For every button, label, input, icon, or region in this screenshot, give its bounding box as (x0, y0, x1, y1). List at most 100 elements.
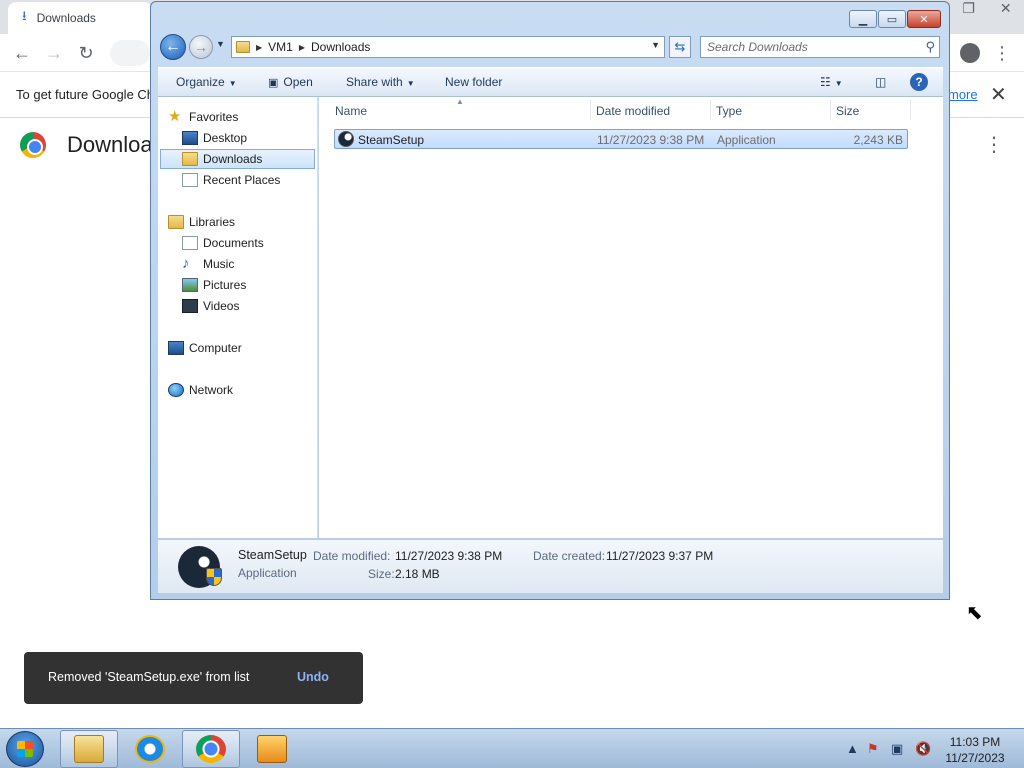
network-icon (168, 383, 184, 397)
address-dropdown-icon[interactable]: ▼ (651, 40, 660, 50)
infobar-learn-more-link[interactable]: more (948, 87, 978, 102)
details-size: 2.18 MB (395, 567, 440, 581)
downloads-page-title: Downloa (67, 132, 153, 157)
music-icon: ♪ (182, 255, 190, 272)
column-header-type[interactable]: Type (716, 104, 742, 118)
nav-videos[interactable]: Videos (182, 296, 239, 316)
breadcrumb-vm1[interactable]: VM1 (268, 40, 293, 54)
action-center-flag-icon[interactable]: ⚑ (867, 741, 879, 757)
download-icon: ⭳ (22, 8, 27, 23)
nav-libraries[interactable]: Libraries (168, 212, 235, 232)
column-separator[interactable] (830, 100, 831, 120)
details-date-modified: 11/27/2023 9:38 PM (395, 549, 503, 563)
start-button[interactable] (6, 731, 44, 767)
file-row[interactable]: SteamSetup 11/27/2023 9:38 PM Applicatio… (334, 129, 908, 149)
chrome-logo-icon (20, 132, 46, 158)
close-button[interactable]: ✕ (907, 10, 941, 28)
forward-arrow-icon[interactable]: → (40, 39, 68, 67)
nav-downloads[interactable]: Downloads (160, 149, 315, 169)
preview-pane-icon[interactable]: ◫ (875, 75, 886, 89)
infobar-close-icon[interactable]: ✕ (990, 82, 1007, 107)
details-file-name: SteamSetup (238, 548, 307, 562)
chrome-tab-downloads[interactable]: ⭳ Downloads (8, 2, 152, 34)
taskbar: ▲ ⚑ ▣ 🔇 11:03 PM 11/27/2023 (0, 728, 1024, 768)
nav-documents[interactable]: Documents (182, 233, 264, 253)
libraries-icon (168, 215, 184, 229)
explorer-window: ▁ ▭ ✕ ← → ▼ ▶ VM1 ▶ Downloads ▼ ⇆ Search… (150, 1, 950, 600)
profile-icon[interactable] (956, 39, 984, 67)
details-date-modified-label: Date modified: (313, 549, 391, 563)
undo-button[interactable]: Undo (297, 670, 329, 684)
column-header-name[interactable]: Name (335, 104, 367, 118)
command-bar: Organize ▼ ▣ Open Share with ▼ New folder ☷… (158, 67, 943, 97)
nav-recent-places[interactable]: Recent Places (182, 170, 280, 190)
downloads-folder-icon (182, 152, 198, 166)
taskbar-media-player[interactable] (243, 730, 301, 768)
nav-pictures[interactable]: Pictures (182, 275, 246, 295)
desktop-icon (182, 131, 198, 145)
chrome-tab-title: Downloads (36, 11, 96, 25)
omnibox[interactable] (110, 40, 150, 66)
taskbar-internet-explorer[interactable] (121, 730, 179, 768)
breadcrumb-arrow-icon: ▶ (298, 42, 305, 52)
help-icon[interactable]: ? (910, 73, 928, 91)
open-icon: ▣ (268, 77, 279, 89)
snackbar: Removed 'SteamSetup.exe' from list Undo (24, 652, 363, 704)
nav-desktop[interactable]: Desktop (182, 128, 247, 148)
reload-icon[interactable]: ↻ (72, 39, 100, 67)
column-header-date-modified[interactable]: Date modified (596, 104, 670, 118)
organize-button[interactable]: Organize ▼ (176, 75, 237, 89)
new-folder-button[interactable]: New folder (445, 75, 502, 89)
details-date-created: 11/27/2023 9:37 PM (606, 549, 714, 563)
uac-shield-icon (206, 568, 222, 586)
file-name: SteamSetup (358, 133, 425, 147)
show-hidden-icons-icon[interactable]: ▲ (846, 741, 859, 756)
chrome-menu-icon[interactable]: ⋮ (988, 39, 1016, 67)
breadcrumb-downloads[interactable]: Downloads (311, 40, 370, 54)
forward-button[interactable]: → (189, 35, 213, 59)
file-size: 2,243 KB (853, 133, 903, 147)
search-input[interactable]: Search Downloads ⚲ (700, 36, 940, 58)
file-list: ▲ Name Date modified Type Size SteamSetu… (319, 97, 943, 538)
maximize-button[interactable]: ▭ (878, 10, 906, 28)
column-separator[interactable] (910, 100, 911, 120)
volume-muted-icon[interactable]: 🔇 (915, 741, 931, 757)
nav-network[interactable]: Network (168, 380, 233, 400)
taskbar-chrome[interactable] (182, 730, 240, 768)
steam-app-icon (338, 131, 354, 147)
column-header-size[interactable]: Size (836, 104, 859, 118)
column-separator[interactable] (590, 100, 591, 120)
sort-ascending-icon: ▲ (456, 97, 464, 106)
clock-date: 11/27/2023 (945, 751, 1005, 765)
share-with-button[interactable]: Share with ▼ (346, 75, 415, 89)
nav-favorites[interactable]: ★ Favorites (168, 107, 238, 127)
address-bar[interactable]: ▶ VM1 ▶ Downloads ▼ (231, 36, 665, 58)
recent-pages-dropdown[interactable]: ▼ (216, 39, 225, 49)
view-options-icon[interactable]: ☷ ▼ (820, 75, 843, 89)
open-button[interactable]: ▣ Open (268, 75, 313, 89)
file-type: Application (717, 133, 776, 147)
navigation-pane: ★ Favorites Desktop Downloads Recent Plac… (158, 97, 318, 538)
close-icon[interactable]: ✕ (1000, 0, 1012, 20)
refresh-button[interactable]: ⇆ (669, 36, 691, 58)
taskbar-explorer[interactable] (60, 730, 118, 768)
search-icon[interactable]: ⚲ (925, 39, 935, 55)
network-tray-icon[interactable]: ▣ (891, 741, 903, 757)
nav-computer[interactable]: Computer (168, 338, 242, 358)
back-button[interactable]: ← (160, 34, 186, 60)
media-player-icon (257, 735, 287, 763)
mouse-cursor-icon: ⬉ (966, 602, 983, 624)
minimize-button[interactable]: ▁ (849, 10, 877, 28)
downloads-menu-icon[interactable]: ⋮ (984, 132, 1004, 157)
infobar-message: To get future Google Ch (16, 87, 155, 102)
restore-icon[interactable]: ❐ (962, 0, 975, 20)
back-arrow-icon[interactable]: ← (8, 39, 36, 67)
computer-icon (168, 341, 184, 355)
snackbar-message: Removed 'SteamSetup.exe' from list (48, 670, 250, 684)
nav-music[interactable]: ♪ Music (182, 254, 234, 274)
tray-clock[interactable]: 11:03 PM 11/27/2023 (936, 734, 1014, 766)
column-separator[interactable] (710, 100, 711, 120)
search-placeholder: Search Downloads (707, 40, 808, 54)
chrome-window-controls: ❐ ✕ (950, 0, 1024, 20)
details-size-label: Size: (368, 567, 395, 581)
